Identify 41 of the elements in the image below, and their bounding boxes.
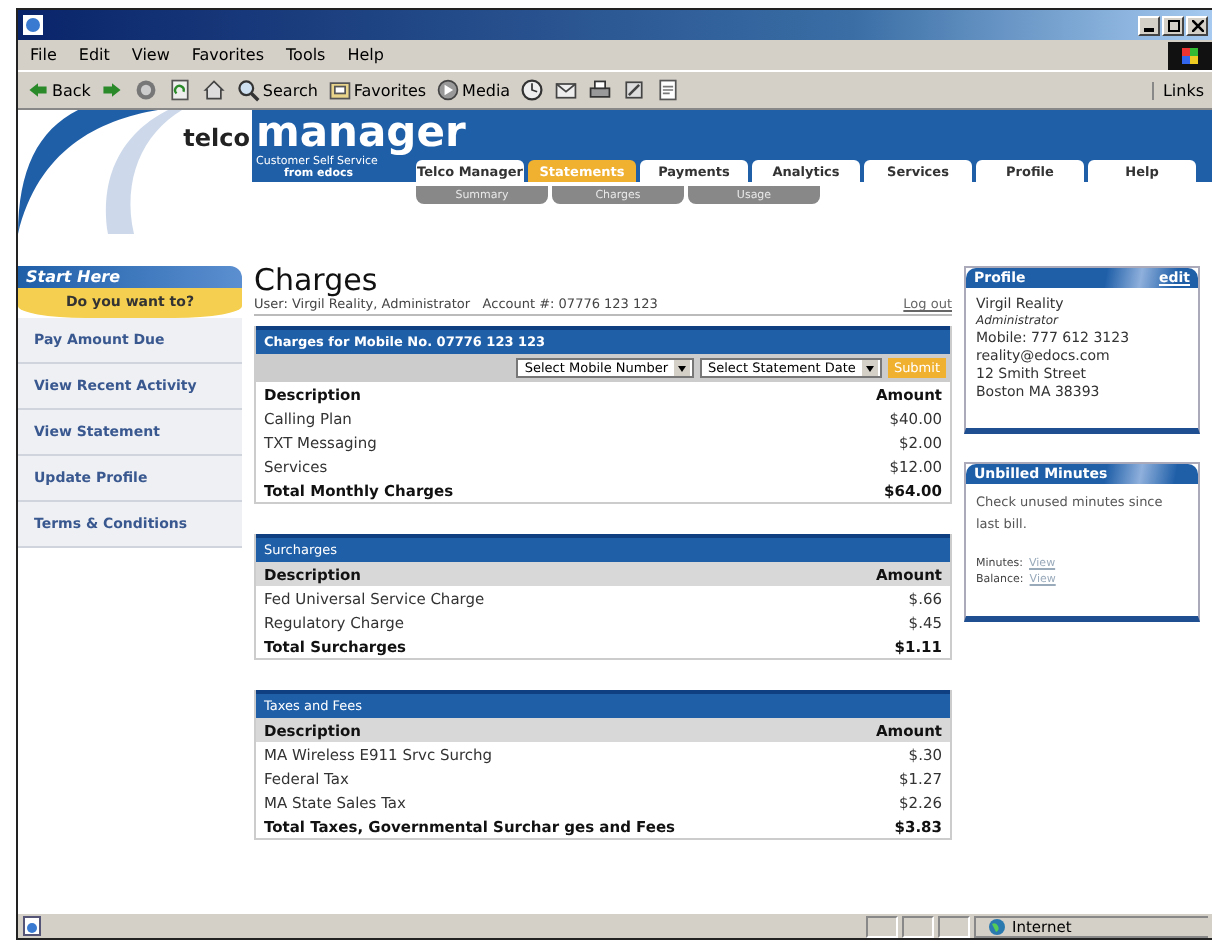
toolbar-button[interactable]: Back — [26, 78, 91, 102]
media-icon — [436, 78, 461, 102]
toolbar-button[interactable]: Favorites — [327, 78, 427, 102]
status-cell — [866, 915, 898, 937]
back-icon — [26, 78, 50, 102]
stop-icon[interactable] — [134, 78, 159, 102]
discuss-icon[interactable] — [656, 78, 681, 102]
mail-icon[interactable] — [554, 78, 579, 102]
logo-text: telco — [183, 124, 250, 152]
throbber-logo — [1168, 41, 1212, 69]
toolbar-button[interactable]: Search — [236, 78, 318, 102]
menu-item[interactable]: View — [131, 46, 170, 64]
links-label[interactable]: Links — [1152, 81, 1212, 99]
globe-icon — [988, 917, 1006, 935]
logo-text: manager — [256, 110, 468, 156]
maximize-icon — [1167, 19, 1179, 31]
status-cell — [938, 915, 970, 937]
minimize-button[interactable] — [1138, 15, 1160, 35]
close-button[interactable] — [1186, 15, 1208, 35]
search-icon — [236, 78, 261, 102]
forward-icon[interactable] — [100, 78, 125, 102]
maximize-button[interactable] — [1162, 15, 1184, 35]
browser-icon — [22, 14, 44, 36]
favorites-icon — [327, 78, 352, 102]
menu-item[interactable]: Help — [347, 46, 384, 64]
menu-item[interactable]: Edit — [78, 46, 110, 64]
home-icon[interactable] — [202, 78, 227, 102]
refresh-icon[interactable] — [168, 78, 193, 102]
sidebar-title: Start Here — [18, 266, 242, 288]
page-title: Charges — [254, 266, 380, 296]
edit-icon[interactable] — [622, 78, 647, 102]
menu-item[interactable]: File — [30, 46, 57, 64]
menu-item[interactable]: Tools — [286, 46, 326, 64]
close-icon — [1191, 19, 1203, 31]
caret-icon — [674, 360, 690, 376]
history-icon[interactable] — [520, 78, 545, 102]
status-cell — [902, 915, 934, 937]
caret-icon — [861, 360, 878, 376]
print-icon[interactable] — [588, 78, 613, 102]
menu-item[interactable]: Favorites — [191, 46, 265, 64]
toolbar-button[interactable]: Media — [436, 78, 511, 102]
